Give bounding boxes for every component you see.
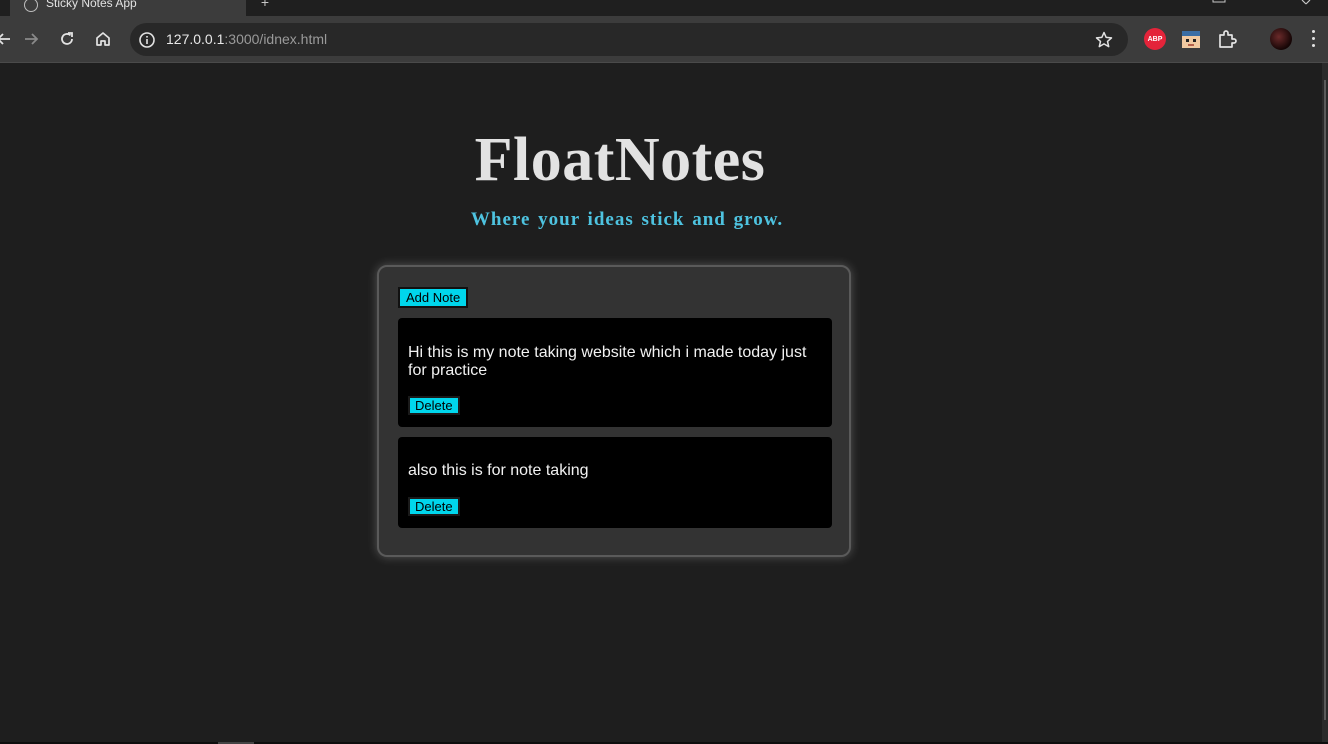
- scrollbar-thumb[interactable]: [1324, 80, 1326, 720]
- extensions-puzzle-icon[interactable]: [1216, 28, 1238, 50]
- note-card: also this is for note taking Delete: [398, 437, 832, 528]
- address-bar[interactable]: 127.0.0.1:3000/idnex.html: [130, 23, 1128, 56]
- app-subtitle: Where your ideas stick and grow.: [470, 209, 784, 230]
- home-icon: [96, 32, 110, 46]
- forward-arrow-icon: [25, 33, 39, 45]
- back-button[interactable]: [0, 27, 16, 51]
- url-text[interactable]: 127.0.0.1:3000/idnex.html: [166, 31, 327, 47]
- page-viewport: FloatNotes Where your ideas stick and gr…: [0, 63, 1322, 742]
- minimize-button[interactable]: [1198, 0, 1238, 16]
- notes-container: Add Note Hi this is my note taking websi…: [377, 265, 851, 557]
- back-arrow-icon: [0, 33, 10, 45]
- note-text[interactable]: also this is for note taking: [408, 462, 814, 480]
- close-window-button[interactable]: [1288, 0, 1328, 16]
- site-info-icon[interactable]: [138, 31, 156, 49]
- maximize-button[interactable]: [1242, 0, 1282, 16]
- reload-icon: [61, 32, 73, 45]
- url-path: :3000/idnex.html: [224, 31, 328, 47]
- forward-button[interactable]: [19, 27, 43, 51]
- pixel-face-extension-icon[interactable]: [1180, 28, 1202, 50]
- delete-note-button[interactable]: Delete: [408, 497, 460, 516]
- adblock-plus-icon[interactable]: ABP: [1144, 28, 1166, 50]
- bookmark-star-icon[interactable]: [1094, 30, 1114, 50]
- browser-menu-icon[interactable]: [1312, 30, 1316, 48]
- minimize-icon: [1212, 0, 1226, 3]
- browser-toolbar: 127.0.0.1:3000/idnex.html ABP: [0, 16, 1328, 63]
- add-note-button[interactable]: Add Note: [398, 287, 469, 308]
- globe-icon: [24, 0, 38, 12]
- note-card: Hi this is my note taking website which …: [398, 318, 832, 427]
- browser-tab[interactable]: Sticky Notes App: [10, 0, 246, 16]
- tab-strip: Sticky Notes App +: [0, 0, 1328, 16]
- tab-title: Sticky Notes App: [46, 0, 137, 10]
- delete-note-button[interactable]: Delete: [408, 396, 460, 415]
- home-button[interactable]: [91, 27, 115, 51]
- note-text[interactable]: Hi this is my note taking website which …: [408, 344, 814, 380]
- app-title: FloatNotes: [474, 126, 766, 194]
- new-tab-button[interactable]: +: [256, 0, 274, 12]
- close-icon: [1301, 0, 1311, 5]
- url-host: 127.0.0.1: [166, 31, 225, 47]
- reload-button[interactable]: [55, 27, 79, 51]
- profile-avatar[interactable]: [1270, 28, 1292, 50]
- window-controls: [1198, 0, 1328, 16]
